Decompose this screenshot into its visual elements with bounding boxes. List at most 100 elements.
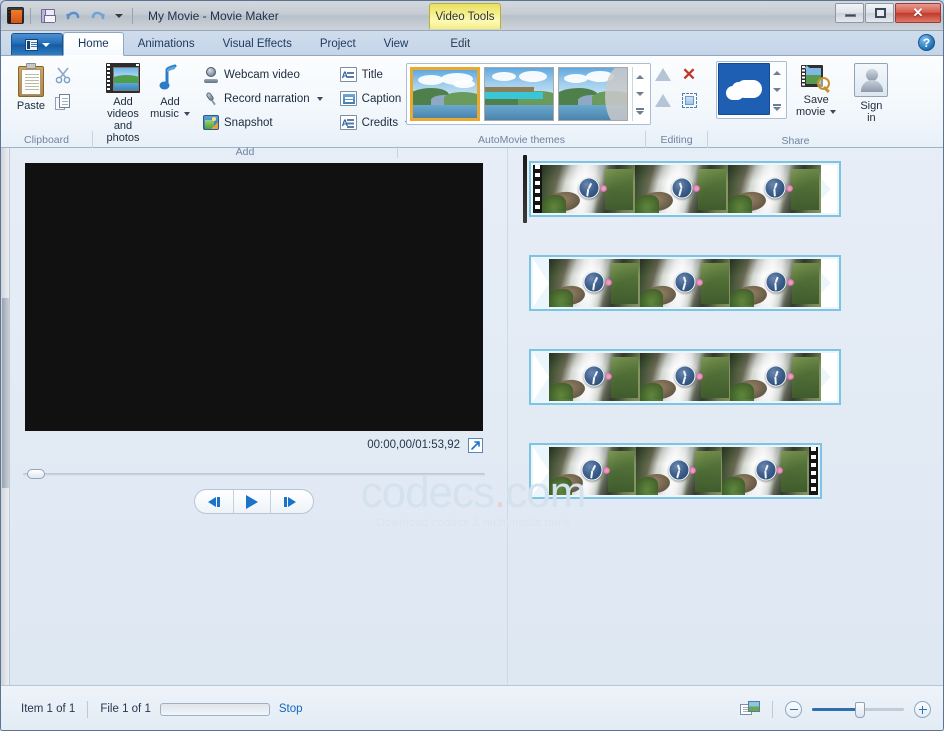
- tab-view[interactable]: View: [370, 32, 423, 55]
- theme-thumbnail-1[interactable]: [410, 67, 480, 121]
- clip-frame: [730, 353, 822, 401]
- clock-icon: [583, 271, 605, 293]
- clock-icon: [765, 365, 787, 387]
- tab-edit[interactable]: Edit: [436, 32, 484, 55]
- quick-access-toolbar: My Movie - Movie Maker: [1, 1, 279, 31]
- tab-label: Project: [319, 37, 356, 50]
- clip-3[interactable]: [529, 349, 841, 405]
- next-frame-icon: [287, 496, 296, 507]
- stop-button[interactable]: Stop: [279, 703, 303, 715]
- next-frame-button[interactable]: [271, 490, 309, 513]
- share-more-button[interactable]: [770, 99, 784, 116]
- video-preview[interactable]: [25, 163, 483, 431]
- credits-icon: [339, 115, 357, 130]
- seek-slider[interactable]: [23, 468, 485, 480]
- clip-frame: [542, 165, 635, 213]
- clock-icon: [765, 271, 787, 293]
- onedrive-button[interactable]: [718, 63, 770, 115]
- customize-quick-access-button[interactable]: [112, 6, 126, 26]
- playhead[interactable]: [523, 155, 527, 223]
- zoom-slider-thumb[interactable]: [855, 701, 866, 718]
- save-movie-button[interactable]: ✦ Save movie: [791, 61, 841, 120]
- seek-thumb[interactable]: [27, 469, 45, 479]
- zoom-out-button[interactable]: [785, 700, 802, 718]
- add-music-button[interactable]: Add music: [146, 61, 194, 122]
- maximize-button[interactable]: [865, 3, 894, 23]
- status-bar: Item 1 of 1 File 1 of 1 Stop: [1, 685, 943, 730]
- sign-in-label-2: in: [867, 112, 876, 124]
- tab-home[interactable]: Home: [63, 32, 124, 56]
- chevron-down-icon: [183, 112, 190, 116]
- save-button[interactable]: [37, 5, 59, 27]
- previous-frame-icon: [208, 496, 217, 507]
- previous-frame-button[interactable]: [195, 490, 233, 513]
- clip-frame: [549, 259, 640, 307]
- close-button[interactable]: ✕: [895, 3, 941, 23]
- clip-frame: [549, 353, 640, 401]
- gallery-scrollbar[interactable]: [632, 67, 647, 121]
- paste-button[interactable]: Paste: [11, 61, 51, 114]
- divider: [132, 7, 133, 24]
- seek-track: [23, 473, 485, 476]
- gallery-scroll-up-button[interactable]: [633, 68, 647, 85]
- music-note-icon: [158, 63, 182, 93]
- fade-in-button[interactable]: [650, 61, 676, 87]
- title-bar: My Movie - Movie Maker Video Tools ✕: [1, 1, 943, 31]
- theme-thumbnail-3[interactable]: [558, 67, 628, 121]
- transport-controls: [194, 489, 314, 514]
- file-menu-button[interactable]: [11, 33, 63, 55]
- clip-2[interactable]: [529, 255, 841, 311]
- play-button[interactable]: [233, 490, 271, 513]
- snapshot-icon: [203, 115, 219, 130]
- select-all-icon: [681, 92, 697, 108]
- share-scroll-up-button[interactable]: [770, 64, 784, 81]
- record-narration-button[interactable]: Record narration: [199, 88, 327, 109]
- sign-in-button[interactable]: Sign in: [849, 61, 893, 126]
- minimize-button[interactable]: [835, 3, 864, 23]
- tab-project[interactable]: Project: [306, 32, 370, 55]
- redo-button[interactable]: [87, 5, 109, 27]
- zoom-in-button[interactable]: [914, 700, 931, 718]
- storyboard-row-3: [529, 349, 841, 405]
- contextual-tab-header-video-tools: Video Tools: [429, 3, 501, 29]
- storyboard-row-1: [523, 155, 841, 223]
- tab-visual-effects[interactable]: Visual Effects: [209, 32, 306, 55]
- sign-in-label-1: Sign: [860, 100, 883, 112]
- clip-frame: [639, 353, 731, 401]
- copy-button[interactable]: [53, 92, 74, 113]
- zoom-slider-fill: [812, 707, 860, 711]
- save-movie-label-1: Save: [803, 94, 829, 106]
- snapshot-button[interactable]: Snapshot: [199, 112, 327, 133]
- help-button[interactable]: ?: [918, 34, 935, 51]
- cut-button[interactable]: [53, 65, 74, 86]
- clock-icon: [674, 365, 696, 387]
- minimize-icon: [845, 14, 856, 17]
- credits-label: Credits: [361, 116, 399, 129]
- workspace: 00:00,00/01:53,92: [1, 148, 943, 685]
- share-scroll-down-button[interactable]: [770, 82, 784, 99]
- fade-out-button[interactable]: [650, 87, 676, 113]
- select-all-button[interactable]: [676, 87, 702, 113]
- chevron-down-icon: [830, 110, 837, 114]
- close-icon: ✕: [912, 5, 924, 20]
- snapshot-label: Snapshot: [224, 116, 273, 129]
- share-gallery-scrollbar[interactable]: [770, 63, 785, 117]
- movie-maker-icon[interactable]: [7, 7, 24, 24]
- add-videos-and-photos-button[interactable]: Add videos and photos: [101, 61, 145, 146]
- view-mode-button[interactable]: [740, 700, 760, 718]
- chevron-down-icon: [636, 92, 644, 96]
- clip-4[interactable]: [529, 443, 822, 499]
- clock-icon: [578, 177, 599, 199]
- full-screen-button[interactable]: [468, 437, 483, 453]
- webcam-video-button[interactable]: Webcam video: [199, 64, 327, 85]
- remove-button[interactable]: ✕: [676, 61, 702, 87]
- clip-start-marker-icon: [533, 259, 549, 307]
- tab-animations[interactable]: Animations: [124, 32, 209, 55]
- gallery-more-button[interactable]: [633, 103, 647, 120]
- undo-button[interactable]: [62, 5, 84, 27]
- clip-frame: [635, 447, 723, 495]
- theme-thumbnail-2[interactable]: [484, 67, 554, 121]
- zoom-slider[interactable]: [812, 701, 904, 718]
- gallery-scroll-down-button[interactable]: [633, 86, 647, 103]
- clip-1[interactable]: [529, 161, 841, 217]
